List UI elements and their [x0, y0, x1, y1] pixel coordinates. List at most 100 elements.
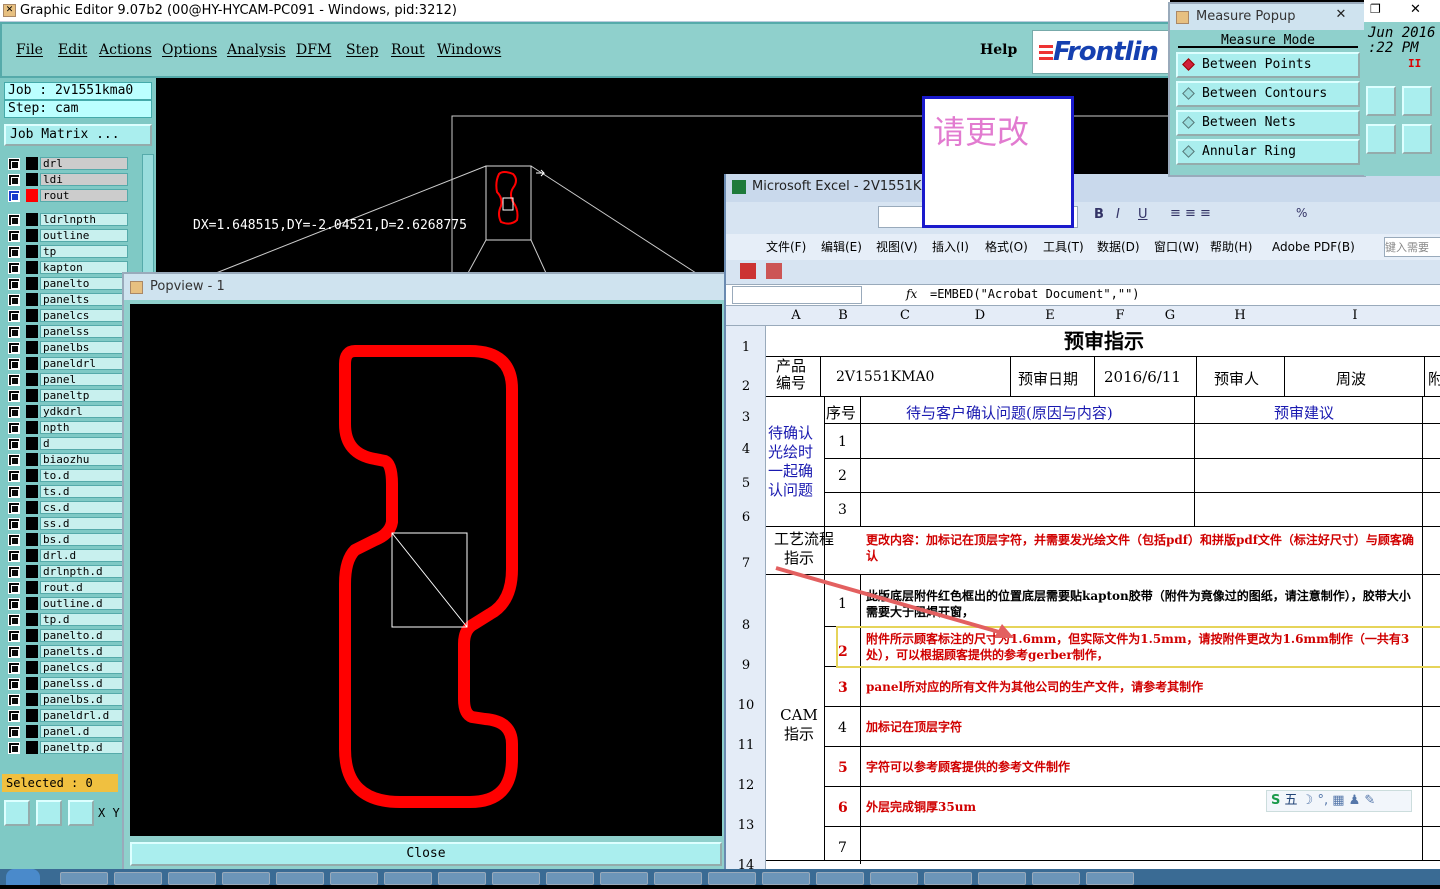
layer-color-swatch[interactable] — [26, 341, 38, 354]
layer-color-swatch[interactable] — [26, 709, 38, 722]
menu-dfm[interactable]: DFM — [296, 42, 331, 58]
option-between-contours[interactable]: Between Contours — [1176, 81, 1360, 107]
layer-row-panelts[interactable]: panelts — [4, 292, 134, 307]
layer-color-swatch[interactable] — [26, 565, 38, 578]
taskbar-item[interactable] — [1032, 872, 1080, 885]
layer-row-ldrlnpth[interactable]: ldrlnpth — [4, 212, 134, 227]
layer-checkbox[interactable] — [8, 310, 20, 322]
layer-color-swatch[interactable] — [26, 469, 38, 482]
layer-color-swatch[interactable] — [26, 325, 38, 338]
layer-name[interactable]: paneltp.d — [40, 741, 128, 754]
layer-color-swatch[interactable] — [26, 437, 38, 450]
layer-row-bs-d[interactable]: bs.d — [4, 532, 134, 547]
layer-row-drlnpth-d[interactable]: drlnpth.d — [4, 564, 134, 579]
col-header[interactable]: F — [1090, 308, 1150, 323]
start-button[interactable] — [6, 869, 40, 885]
layer-checkbox[interactable] — [8, 294, 20, 306]
layer-checkbox[interactable] — [8, 246, 20, 258]
layer-checkbox[interactable] — [8, 190, 20, 202]
layer-color-swatch[interactable] — [26, 389, 38, 402]
layer-row-ydkdrl[interactable]: ydkdrl — [4, 404, 134, 419]
layer-checkbox[interactable] — [8, 726, 20, 738]
layer-name[interactable]: bs.d — [40, 533, 128, 546]
excel-menu-edit[interactable]: 编辑(E) — [821, 234, 862, 260]
layer-name[interactable]: panelbs — [40, 341, 128, 354]
layer-checkbox[interactable] — [8, 646, 20, 658]
excel-menu-insert[interactable]: 插入(I) — [932, 234, 969, 260]
tool-button-2[interactable] — [36, 800, 62, 826]
popview-title-bar[interactable]: Popview - 1 — [124, 274, 726, 300]
excel-menu-file[interactable]: 文件(F) — [766, 234, 806, 260]
row-header[interactable]: 4 — [726, 442, 766, 457]
layer-row-rout[interactable]: rout — [4, 188, 134, 203]
layer-checkbox[interactable] — [8, 470, 20, 482]
layer-row-ts-d[interactable]: ts.d — [4, 484, 134, 499]
excel-menu-help[interactable]: 帮助(H) — [1210, 234, 1252, 260]
layer-checkbox[interactable] — [8, 374, 20, 386]
layer-color-swatch[interactable] — [26, 277, 38, 290]
layer-row-panelbs[interactable]: panelbs — [4, 340, 134, 355]
layer-checkbox[interactable] — [8, 486, 20, 498]
layer-name[interactable]: panelts.d — [40, 645, 128, 658]
excel-menu-tools[interactable]: 工具(T) — [1043, 234, 1084, 260]
layer-name[interactable]: rout — [40, 189, 128, 202]
col-header[interactable]: B — [826, 308, 860, 323]
layer-checkbox[interactable] — [8, 454, 20, 466]
layer-color-swatch[interactable] — [26, 645, 38, 658]
layer-checkbox[interactable] — [8, 406, 20, 418]
taskbar-item[interactable] — [384, 872, 432, 885]
layer-checkbox[interactable] — [8, 566, 20, 578]
layer-color-swatch[interactable] — [26, 501, 38, 514]
row-header[interactable]: 13 — [726, 818, 766, 833]
layer-name[interactable]: tp — [40, 245, 128, 258]
layer-row-ldi[interactable]: ldi — [4, 172, 134, 187]
close-icon[interactable]: ✕ — [1328, 6, 1354, 24]
layer-row-to-d[interactable]: to.d — [4, 468, 134, 483]
layer-row-tp[interactable]: tp — [4, 244, 134, 259]
layer-checkbox[interactable] — [8, 214, 20, 226]
row-header[interactable]: 1 — [726, 340, 766, 355]
layer-checkbox[interactable] — [8, 742, 20, 754]
layer-color-swatch[interactable] — [26, 741, 38, 754]
ime-mode[interactable]: 五 — [1285, 793, 1298, 808]
row-header[interactable]: 3 — [726, 410, 766, 425]
layer-name[interactable]: drl — [40, 157, 128, 170]
layer-color-swatch[interactable] — [26, 549, 38, 562]
layer-row-panelcs-d[interactable]: panelcs.d — [4, 660, 134, 675]
layer-color-swatch[interactable] — [26, 261, 38, 274]
layer-checkbox[interactable] — [8, 262, 20, 274]
menu-analysis[interactable]: Analysis — [227, 42, 286, 58]
window-close-icon[interactable]: ✕ — [1410, 2, 1421, 17]
layer-checkbox[interactable] — [8, 358, 20, 370]
fx-icon[interactable]: fx — [906, 287, 917, 301]
taskbar-item[interactable] — [168, 872, 216, 885]
layer-checkbox[interactable] — [8, 390, 20, 402]
name-box[interactable] — [732, 286, 862, 304]
layer-color-swatch[interactable] — [26, 309, 38, 322]
layer-checkbox[interactable] — [8, 614, 20, 626]
layer-name[interactable]: ldrlnpth — [40, 213, 128, 226]
layer-row-paneldrl-d[interactable]: paneldrl.d — [4, 708, 134, 723]
layer-color-swatch[interactable] — [26, 629, 38, 642]
option-between-points[interactable]: Between Points — [1176, 52, 1360, 78]
layer-row-cs-d[interactable]: cs.d — [4, 500, 134, 515]
col-header[interactable]: C — [860, 308, 950, 323]
layer-name[interactable]: ldi — [40, 173, 128, 186]
excel-menu-format[interactable]: 格式(O) — [985, 234, 1028, 260]
taskbar-item[interactable] — [654, 872, 702, 885]
menu-file[interactable]: File — [16, 42, 43, 58]
layer-color-swatch[interactable] — [26, 421, 38, 434]
row-header[interactable]: 8 — [726, 618, 766, 633]
layer-row-panelto-d[interactable]: panelto.d — [4, 628, 134, 643]
taskbar-item[interactable] — [222, 872, 270, 885]
layer-row-drl[interactable]: drl — [4, 156, 134, 171]
layer-checkbox[interactable] — [8, 518, 20, 530]
row-header[interactable]: 7 — [726, 556, 766, 571]
layer-checkbox[interactable] — [8, 630, 20, 642]
taskbar-item[interactable] — [924, 872, 972, 885]
layer-checkbox[interactable] — [8, 678, 20, 690]
layer-checkbox[interactable] — [8, 438, 20, 450]
row-header[interactable]: 11 — [726, 738, 766, 753]
popview-close-button[interactable]: Close — [130, 842, 722, 866]
layer-color-swatch[interactable] — [26, 661, 38, 674]
